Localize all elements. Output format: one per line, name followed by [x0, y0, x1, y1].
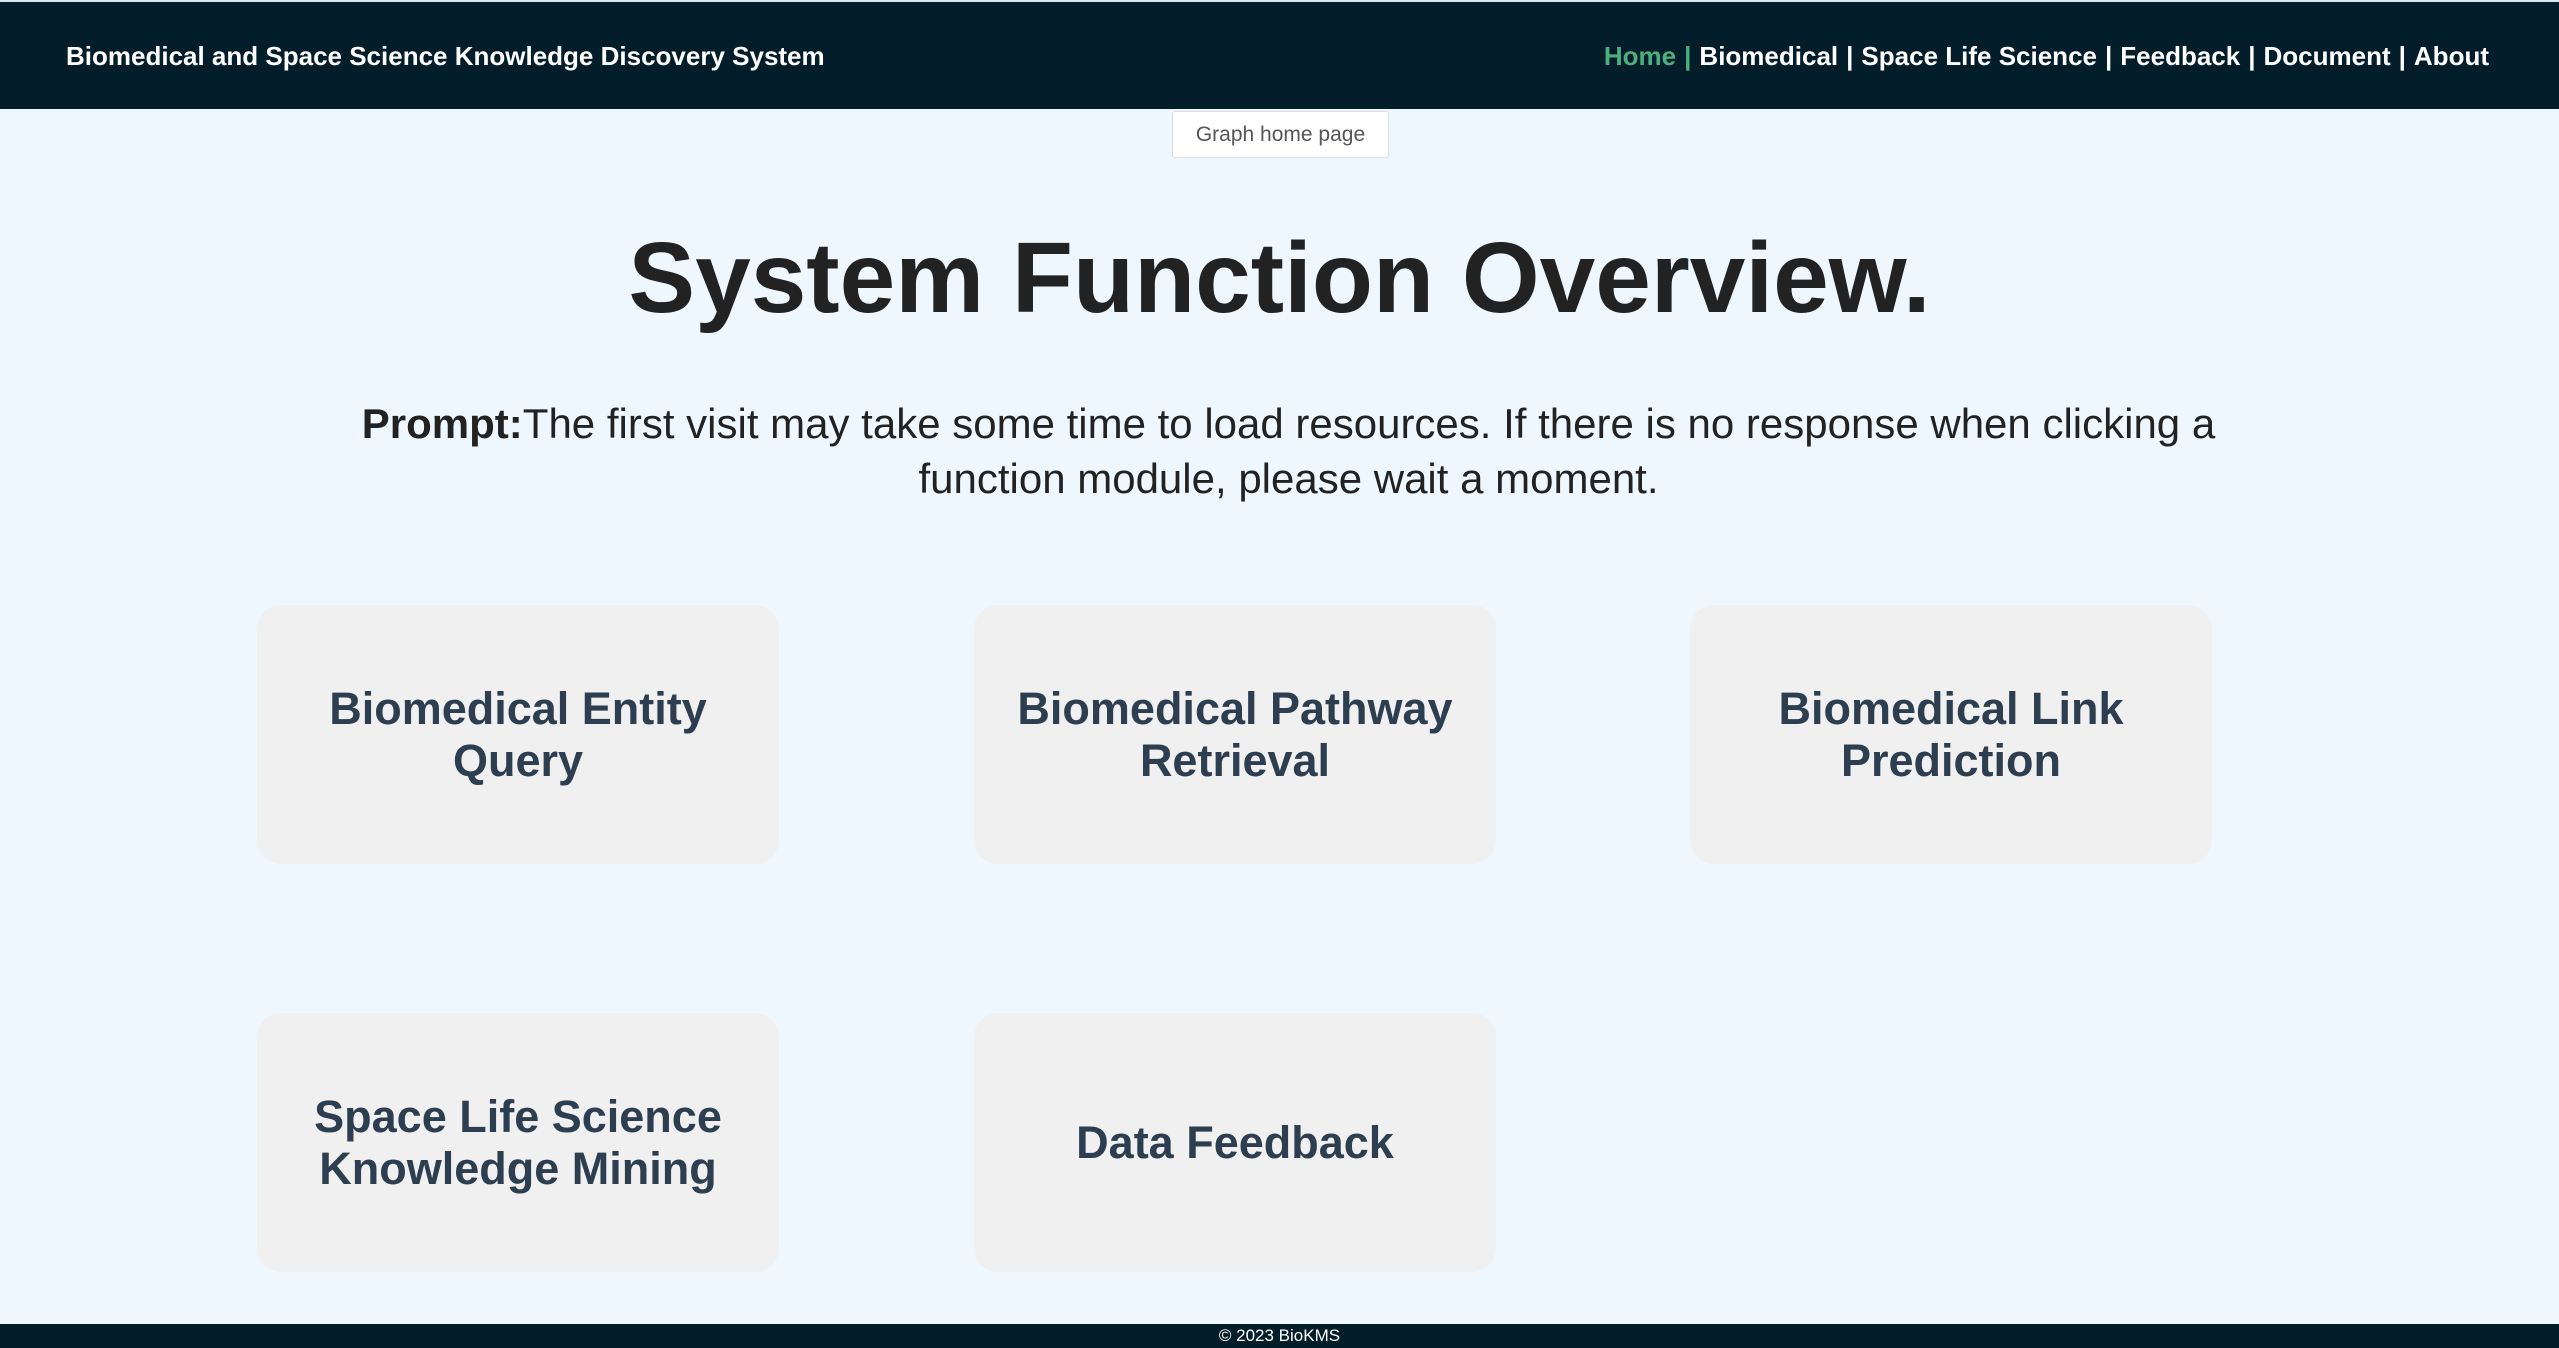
prompt-message: Prompt:The first visit may take some tim…	[300, 396, 2277, 506]
nav-space-life-science-link[interactable]: Space Life Science	[1861, 40, 2097, 72]
top-navbar: Biomedical and Space Science Knowledge D…	[0, 0, 2559, 109]
nav-feedback-link[interactable]: Feedback	[2120, 40, 2240, 72]
graph-home-page-button[interactable]: Graph home page	[1172, 111, 1389, 158]
card-label: Data Feedback	[1076, 1116, 1394, 1168]
card-label: Biomedical Entity Query	[329, 682, 707, 786]
nav-home-link[interactable]: Home	[1604, 40, 1676, 72]
footer-copyright: © 2023 BioKMS	[1218, 1326, 1341, 1345]
card-label: Space Life Science Knowledge Mining	[314, 1090, 722, 1194]
nav-separator: |	[2398, 41, 2406, 71]
card-label: Biomedical Link Prediction	[1778, 682, 2124, 786]
card-label: Biomedical Pathway Retrieval	[1017, 682, 1453, 786]
card-biomedical-link-prediction[interactable]: Biomedical Link Prediction	[1690, 605, 2212, 864]
nav-separator: |	[2248, 41, 2256, 71]
nav-biomedical-link[interactable]: Biomedical	[1699, 40, 1838, 72]
prompt-label: Prompt:	[361, 400, 523, 447]
nav-about-link[interactable]: About	[2414, 40, 2489, 72]
nav-separator: |	[2104, 41, 2113, 71]
nav-separator: |	[1684, 41, 1692, 71]
card-data-feedback[interactable]: Data Feedback	[974, 1013, 1496, 1272]
page-title: System Function Overview.	[628, 222, 1931, 334]
prompt-text: The first visit may take some time to lo…	[522, 400, 2216, 502]
footer: © 2023 BioKMS	[0, 1324, 2559, 1348]
nav-separator: |	[1846, 41, 1854, 71]
card-biomedical-pathway-retrieval[interactable]: Biomedical Pathway Retrieval	[974, 605, 1496, 864]
card-space-life-science-knowledge-mining[interactable]: Space Life Science Knowledge Mining	[257, 1013, 779, 1272]
card-biomedical-entity-query[interactable]: Biomedical Entity Query	[257, 605, 779, 864]
main-nav: Home | Biomedical | Space Life Science |…	[1604, 40, 2489, 72]
site-brand-title[interactable]: Biomedical and Space Science Knowledge D…	[66, 40, 825, 72]
nav-document-link[interactable]: Document	[2264, 40, 2391, 72]
